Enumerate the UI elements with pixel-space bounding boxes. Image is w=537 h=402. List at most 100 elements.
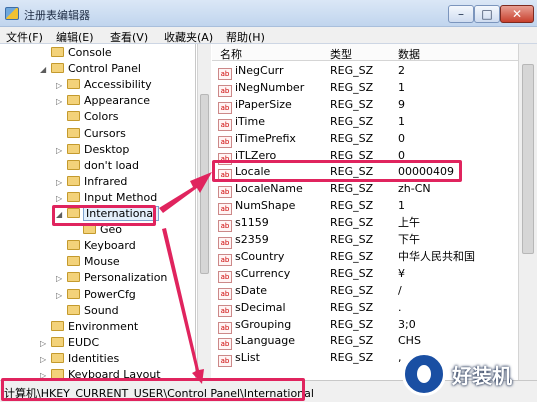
tree-item[interactable]: ▷ Desktop bbox=[56, 142, 129, 158]
menu-bar: 文件(F) 编辑(E) 查看(V) 收藏夹(A) 帮助(H) bbox=[0, 27, 537, 44]
value-row[interactable]: ab iTLZero REG_SZ 0 bbox=[212, 148, 518, 165]
tree-item-label: Desktop bbox=[84, 142, 130, 156]
tree-item[interactable]: ▷ Personalization bbox=[56, 270, 167, 286]
tree-item[interactable]: Environment bbox=[40, 319, 138, 335]
expanded-arrow-icon[interactable]: ◢ bbox=[40, 62, 51, 78]
value-type: REG_SZ bbox=[330, 80, 374, 94]
collapsed-arrow-icon[interactable]: ▷ bbox=[56, 175, 67, 191]
collapsed-arrow-icon[interactable]: ▷ bbox=[56, 271, 67, 287]
regedit-app-icon bbox=[5, 7, 19, 20]
value-name-cell: ab sGrouping bbox=[218, 317, 291, 334]
value-row[interactable]: ab iTimePrefix REG_SZ 0 bbox=[212, 131, 518, 148]
tree-item[interactable]: ◢ Control Panel bbox=[40, 61, 141, 77]
value-row[interactable]: ab Locale REG_SZ 00000409 bbox=[212, 164, 518, 182]
value-row[interactable]: ab LocaleName REG_SZ zh-CN bbox=[212, 181, 518, 199]
tree-item-label: Colors bbox=[84, 110, 119, 124]
tree-item[interactable]: ▷ EUDC bbox=[40, 335, 99, 351]
tree-item[interactable]: ◢ International bbox=[56, 206, 160, 223]
string-value-icon: ab bbox=[218, 68, 232, 80]
value-row[interactable]: ab iPaperSize REG_SZ 9 bbox=[212, 97, 518, 114]
tree-item[interactable]: Console bbox=[40, 45, 112, 61]
tree-item[interactable]: ▷ Accessibility bbox=[56, 77, 152, 93]
tree-item[interactable]: ▷ Keyboard Layout bbox=[40, 367, 161, 380]
value-data: 1 bbox=[398, 199, 405, 213]
tree-item[interactable]: Geo bbox=[72, 222, 122, 238]
menu-favorites[interactable]: 收藏夹(A) bbox=[164, 29, 213, 45]
tree-item[interactable]: ▷ Identities bbox=[40, 351, 119, 367]
tree-item[interactable]: Keyboard bbox=[56, 238, 136, 254]
main-content: Console ◢ Control Panel ▷ Accessibility ▷ Appe… bbox=[0, 44, 537, 380]
value-type: REG_SZ bbox=[330, 283, 374, 297]
title-bar: 注册表编辑器 – □ ✕ bbox=[0, 0, 537, 27]
tree-item[interactable]: ▷ PowerCfg bbox=[56, 287, 136, 303]
tree-item[interactable]: Colors bbox=[56, 109, 118, 125]
folder-icon bbox=[83, 224, 96, 235]
value-row[interactable]: ab sCountry REG_SZ 中华人民共和国 bbox=[212, 249, 518, 266]
folder-icon bbox=[51, 47, 64, 57]
tree-item[interactable]: Cursors bbox=[56, 126, 126, 142]
collapsed-arrow-icon[interactable]: ▷ bbox=[56, 78, 67, 94]
value-data: 2 bbox=[398, 64, 405, 77]
column-header-data[interactable]: 数据 bbox=[398, 46, 420, 62]
tree-item-label: Infrared bbox=[84, 174, 128, 188]
tree-item-label: Sound bbox=[84, 303, 119, 317]
menu-file[interactable]: 文件(F) bbox=[6, 29, 43, 45]
folder-icon bbox=[67, 191, 80, 202]
collapsed-arrow-icon[interactable]: ▷ bbox=[40, 368, 51, 380]
value-name: iNegCurr bbox=[235, 64, 284, 77]
folder-icon bbox=[51, 369, 64, 379]
collapsed-arrow-icon[interactable]: ▷ bbox=[56, 94, 67, 110]
value-name: Locale bbox=[235, 165, 271, 179]
tree-item[interactable]: ▷ Infrared bbox=[56, 174, 127, 190]
string-value-icon: ab bbox=[218, 152, 232, 165]
column-header-name[interactable]: 名称 bbox=[220, 46, 242, 62]
tree-scrollbar[interactable] bbox=[197, 44, 211, 380]
expanded-arrow-icon[interactable]: ◢ bbox=[56, 207, 67, 223]
value-row[interactable]: ab sDate REG_SZ / bbox=[212, 283, 518, 300]
value-data: 1 bbox=[398, 114, 405, 128]
value-type: REG_SZ bbox=[330, 182, 374, 196]
value-name: iTime bbox=[235, 114, 265, 128]
value-row[interactable]: ab sLanguage REG_SZ CHS bbox=[212, 333, 518, 351]
collapsed-arrow-icon[interactable]: ▷ bbox=[40, 336, 51, 352]
value-row[interactable]: ab iTime REG_SZ 1 bbox=[212, 114, 518, 131]
column-header-type[interactable]: 类型 bbox=[330, 46, 352, 62]
tree-item[interactable]: don't load bbox=[56, 158, 139, 174]
tree-item[interactable]: Mouse bbox=[56, 254, 120, 270]
value-row[interactable]: ab sGrouping REG_SZ 3;0 bbox=[212, 317, 518, 334]
maximize-button[interactable]: □ bbox=[474, 5, 500, 23]
collapsed-arrow-icon[interactable]: ▷ bbox=[40, 352, 51, 368]
tree-item-label: Appearance bbox=[84, 94, 151, 108]
string-value-icon: ab bbox=[218, 237, 232, 249]
minimize-button[interactable]: – bbox=[448, 5, 474, 23]
menu-view[interactable]: 查看(V) bbox=[110, 29, 148, 45]
value-row[interactable]: ab iNegCurr REG_SZ 2 bbox=[212, 63, 518, 80]
tree-item[interactable]: Sound bbox=[56, 303, 119, 319]
value-row[interactable]: ab s1159 REG_SZ 上午 bbox=[212, 215, 518, 233]
menu-help[interactable]: 帮助(H) bbox=[226, 29, 265, 45]
value-name: NumShape bbox=[235, 199, 296, 213]
collapsed-arrow-icon[interactable]: ▷ bbox=[56, 191, 67, 207]
value-row[interactable]: ab NumShape REG_SZ 1 bbox=[212, 198, 518, 216]
menu-edit[interactable]: 编辑(E) bbox=[56, 29, 94, 45]
folder-icon bbox=[67, 175, 80, 186]
string-value-icon: ab bbox=[218, 203, 232, 216]
value-data: 0 bbox=[398, 148, 405, 162]
collapsed-arrow-icon[interactable]: ▷ bbox=[56, 288, 67, 304]
close-button[interactable]: ✕ bbox=[500, 5, 534, 23]
folder-icon bbox=[67, 272, 80, 283]
value-row[interactable]: ab s2359 REG_SZ 下午 bbox=[212, 232, 518, 249]
values-scrollbar-thumb[interactable] bbox=[522, 64, 534, 254]
folder-icon bbox=[51, 352, 64, 363]
value-data: 中华人民共和国 bbox=[398, 249, 475, 263]
value-row[interactable]: ab iNegNumber REG_SZ 1 bbox=[212, 80, 518, 97]
value-row[interactable]: ab sCurrency REG_SZ ¥ bbox=[212, 266, 518, 283]
value-name-cell: ab iTLZero bbox=[218, 148, 276, 165]
tree-item[interactable]: ▷ Appearance bbox=[56, 93, 150, 109]
tree-item[interactable]: ▷ Input Method bbox=[56, 190, 157, 206]
values-scrollbar[interactable] bbox=[518, 44, 537, 380]
value-type: REG_SZ bbox=[330, 351, 374, 365]
value-row[interactable]: ab sDecimal REG_SZ. bbox=[212, 300, 518, 317]
collapsed-arrow-icon[interactable]: ▷ bbox=[56, 143, 67, 159]
tree-scrollbar-thumb[interactable] bbox=[200, 94, 209, 274]
